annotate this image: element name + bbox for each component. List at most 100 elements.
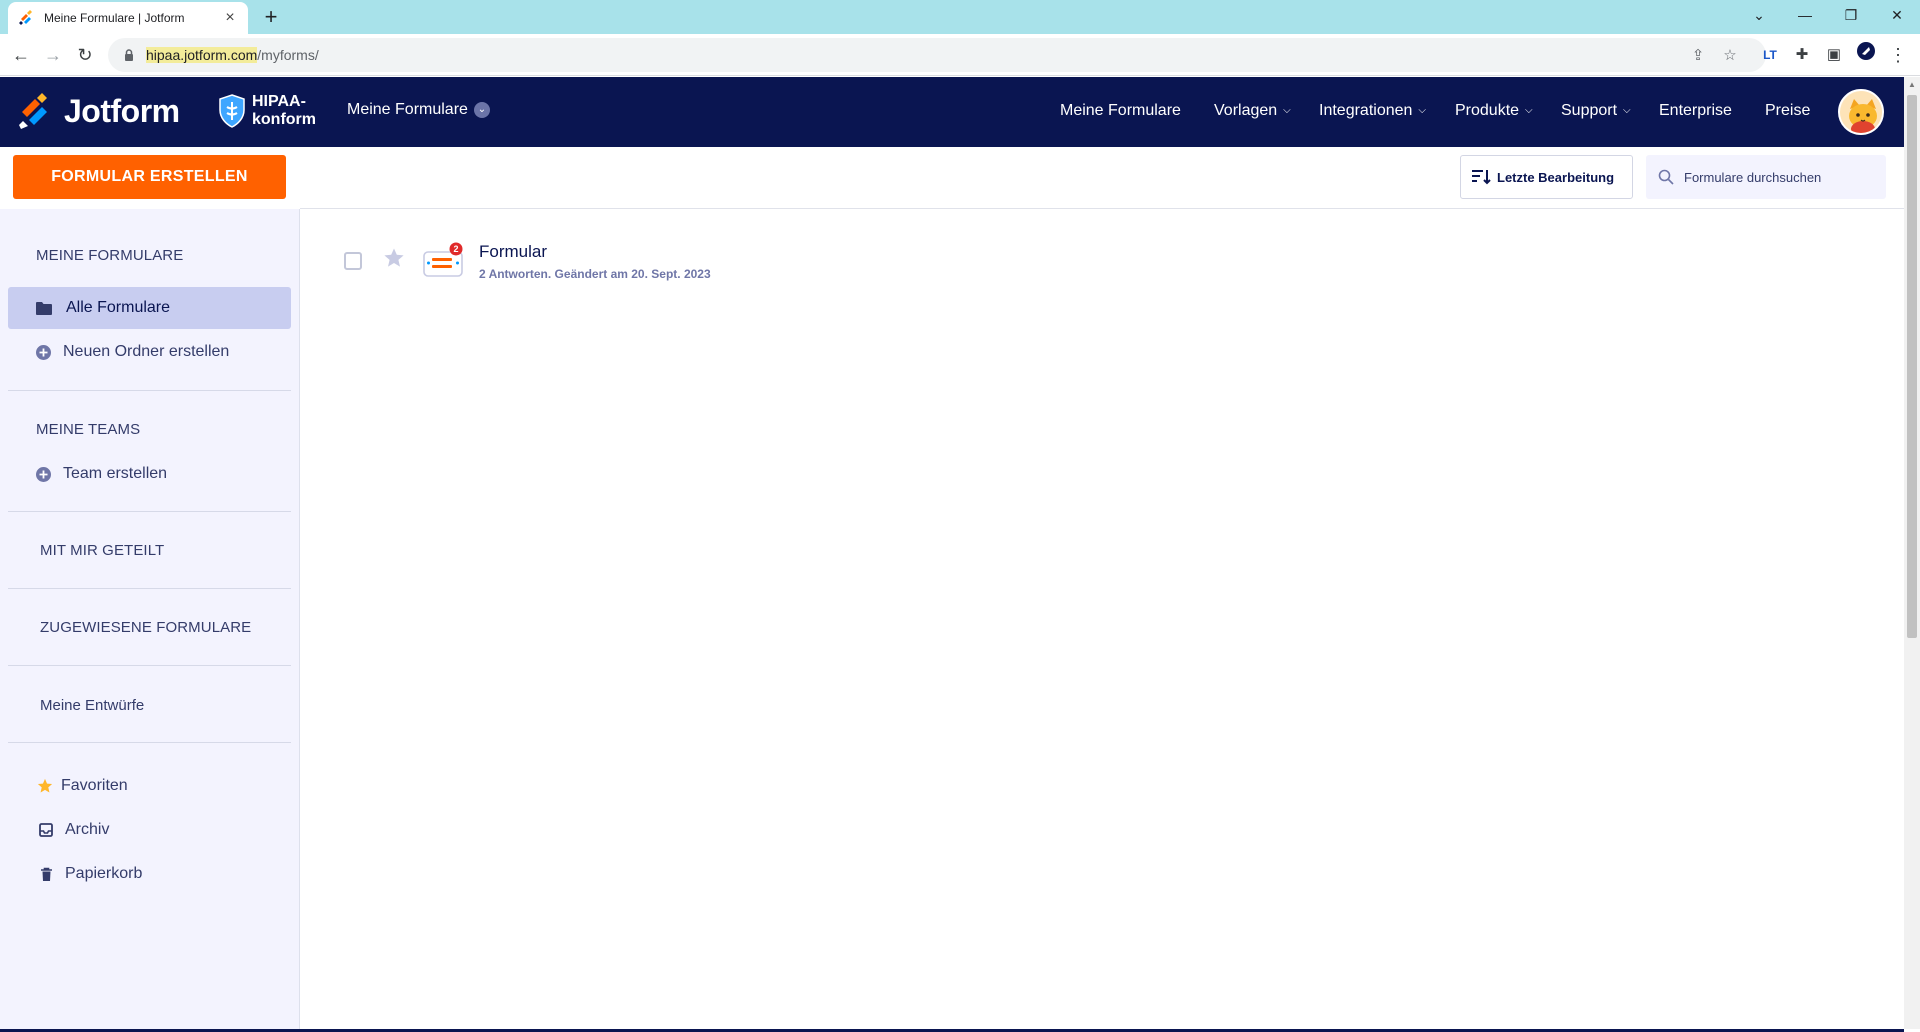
jotform-logo-icon — [19, 93, 47, 129]
sidebar-item-shared-with-me[interactable]: MIT MIR GETEILT — [40, 542, 164, 559]
browser-tab[interactable]: Meine Formulare | Jotform × — [8, 2, 248, 34]
sidebar-item-label: Favoriten — [61, 777, 128, 794]
nav-label: Integrationen — [1319, 102, 1413, 119]
nav-meine-formulare[interactable]: Meine Formulare — [1060, 102, 1181, 120]
sidebar-divider — [8, 742, 291, 743]
archive-icon — [38, 822, 54, 838]
sidebar-item-label: Papierkorb — [65, 865, 143, 882]
sidebar-item-new-folder[interactable]: Neuen Ordner erstellen — [8, 331, 291, 373]
response-badge-count: 2 — [453, 244, 458, 254]
sort-button[interactable]: Letzte Bearbeitung — [1460, 155, 1633, 199]
sidebar-divider — [8, 665, 291, 666]
star-icon — [37, 778, 53, 794]
address-bar[interactable]: hipaa.jotform.com/myforms/ — [108, 38, 1766, 72]
page-scrollbar[interactable]: ▲ — [1904, 77, 1920, 1029]
section-my-teams: MEINE TEAMS — [36, 421, 141, 438]
folder-icon — [36, 300, 52, 316]
restore-icon[interactable]: ❐ — [1828, 0, 1874, 30]
chevron-down-icon: ⌄ — [473, 102, 490, 118]
nav-label: Support — [1561, 102, 1618, 119]
hipaa-line1: HIPAA- — [252, 93, 306, 110]
sidebar: MEINE FORMULARE Alle Formulare Neuen Ord… — [0, 209, 300, 1029]
tab-close-icon[interactable]: × — [222, 9, 238, 27]
list-item[interactable]: 2 Formular 2 Antworten. Geändert am 20. … — [340, 236, 1840, 286]
jotform-favicon-icon — [19, 10, 32, 25]
section-my-forms: MEINE FORMULARE — [36, 247, 184, 264]
chevron-down-icon: ⌵ — [1418, 105, 1426, 116]
sidebar-item-label: Neuen Ordner erstellen — [63, 343, 230, 360]
url-host: hipaa.jotform.com — [146, 47, 258, 63]
extension-lt-icon[interactable]: LT — [1756, 41, 1784, 69]
jotform-logo[interactable]: Jotform — [18, 92, 180, 130]
sidebar-divider — [8, 511, 291, 512]
sort-icon — [1472, 170, 1491, 185]
browser-toolbar: ← → ↻ hipaa.jotform.com/myforms/ ⇪ ☆ LT … — [0, 34, 1920, 76]
myforms-dropdown[interactable]: Meine Formulare ⌄ — [347, 101, 490, 119]
search-box[interactable] — [1646, 155, 1886, 199]
url-text: hipaa.jotform.com/myforms/ — [146, 47, 319, 63]
create-form-button[interactable]: FORMULAR ERSTELLEN — [13, 155, 286, 199]
profile-extension-icon[interactable] — [1852, 41, 1880, 69]
url-path: /myforms/ — [257, 47, 319, 63]
favorite-star-icon[interactable] — [383, 247, 405, 269]
bookmark-star-icon[interactable]: ☆ — [1721, 47, 1739, 65]
form-select-checkbox[interactable] — [344, 252, 362, 270]
forward-icon[interactable]: → — [39, 41, 67, 69]
nav-preise[interactable]: Preise — [1765, 102, 1810, 120]
logo-wordmark: Jotform — [64, 92, 180, 129]
nav-label: Enterprise — [1659, 102, 1732, 119]
trash-icon — [38, 866, 54, 882]
app-header: Jotform HIPAA- konform Meine Formulare ⌄… — [0, 77, 1904, 147]
tab-search-icon[interactable]: ⌄ — [1736, 0, 1782, 30]
chevron-down-icon: ⌵ — [1283, 105, 1291, 116]
extensions-puzzle-icon[interactable]: ✚ — [1788, 41, 1816, 69]
hipaa-line2: konform — [252, 111, 316, 128]
nav-produkte[interactable]: Produkte ⌵ — [1455, 102, 1533, 120]
sidebar-item-assigned-forms[interactable]: ZUGEWIESENE FORMULARE — [40, 619, 251, 636]
side-panel-icon[interactable]: ▣ — [1820, 41, 1848, 69]
sidebar-item-favorites[interactable]: Favoriten — [8, 765, 291, 807]
nav-label: Meine Formulare — [1060, 102, 1181, 119]
back-icon[interactable]: ← — [7, 41, 35, 69]
form-title[interactable]: Formular — [479, 242, 547, 262]
nav-enterprise[interactable]: Enterprise — [1659, 102, 1732, 120]
scrollbar-thumb[interactable] — [1907, 95, 1917, 638]
sidebar-divider — [8, 588, 291, 589]
form-icon: 2 — [423, 242, 463, 277]
minimize-icon[interactable]: — — [1782, 0, 1828, 30]
nav-vorlagen[interactable]: Vorlagen ⌵ — [1214, 102, 1291, 120]
search-icon — [1658, 169, 1674, 185]
form-meta: 2 Antworten. Geändert am 20. Sept. 2023 — [479, 267, 711, 281]
sidebar-item-trash[interactable]: Papierkorb — [8, 853, 291, 895]
hipaa-badge: HIPAA- konform — [218, 93, 316, 129]
nav-integrationen[interactable]: Integrationen ⌵ — [1319, 102, 1426, 120]
sidebar-item-label: Archiv — [65, 821, 110, 838]
browser-tabstrip: Meine Formulare | Jotform × + ⌄ — ❐ ✕ — [0, 0, 1920, 34]
share-icon[interactable]: ⇪ — [1689, 47, 1707, 65]
chevron-down-icon: ⌵ — [1623, 105, 1631, 116]
myforms-dropdown-label: Meine Formulare — [347, 101, 468, 118]
add-circle-icon — [35, 466, 51, 482]
sidebar-item-my-drafts[interactable]: Meine Entwürfe — [40, 697, 144, 714]
sidebar-item-create-team[interactable]: Team erstellen — [8, 453, 291, 495]
browser-menu-icon[interactable]: ⋮ — [1884, 41, 1912, 69]
tab-title: Meine Formulare | Jotform — [44, 11, 185, 25]
avatar-cat-icon — [1840, 91, 1882, 133]
reload-icon[interactable]: ↻ — [71, 41, 99, 69]
lock-icon — [125, 49, 133, 61]
hipaa-shield-icon — [219, 94, 245, 128]
chevron-down-icon: ⌵ — [1525, 105, 1533, 116]
scroll-up-icon[interactable]: ▲ — [1908, 80, 1916, 89]
close-window-icon[interactable]: ✕ — [1874, 0, 1920, 30]
new-tab-icon[interactable]: + — [258, 4, 284, 30]
avatar[interactable] — [1838, 89, 1884, 135]
nav-label: Vorlagen — [1214, 102, 1278, 119]
nav-support[interactable]: Support ⌵ — [1561, 102, 1631, 120]
sidebar-item-archive[interactable]: Archiv — [8, 809, 291, 851]
nav-label: Produkte — [1455, 102, 1520, 119]
sidebar-item-all-forms[interactable]: Alle Formulare — [8, 287, 291, 329]
search-input[interactable] — [1684, 169, 1874, 185]
sidebar-item-label: Alle Formulare — [66, 299, 171, 316]
sidebar-item-label: Team erstellen — [63, 465, 168, 482]
add-circle-icon — [35, 344, 51, 360]
